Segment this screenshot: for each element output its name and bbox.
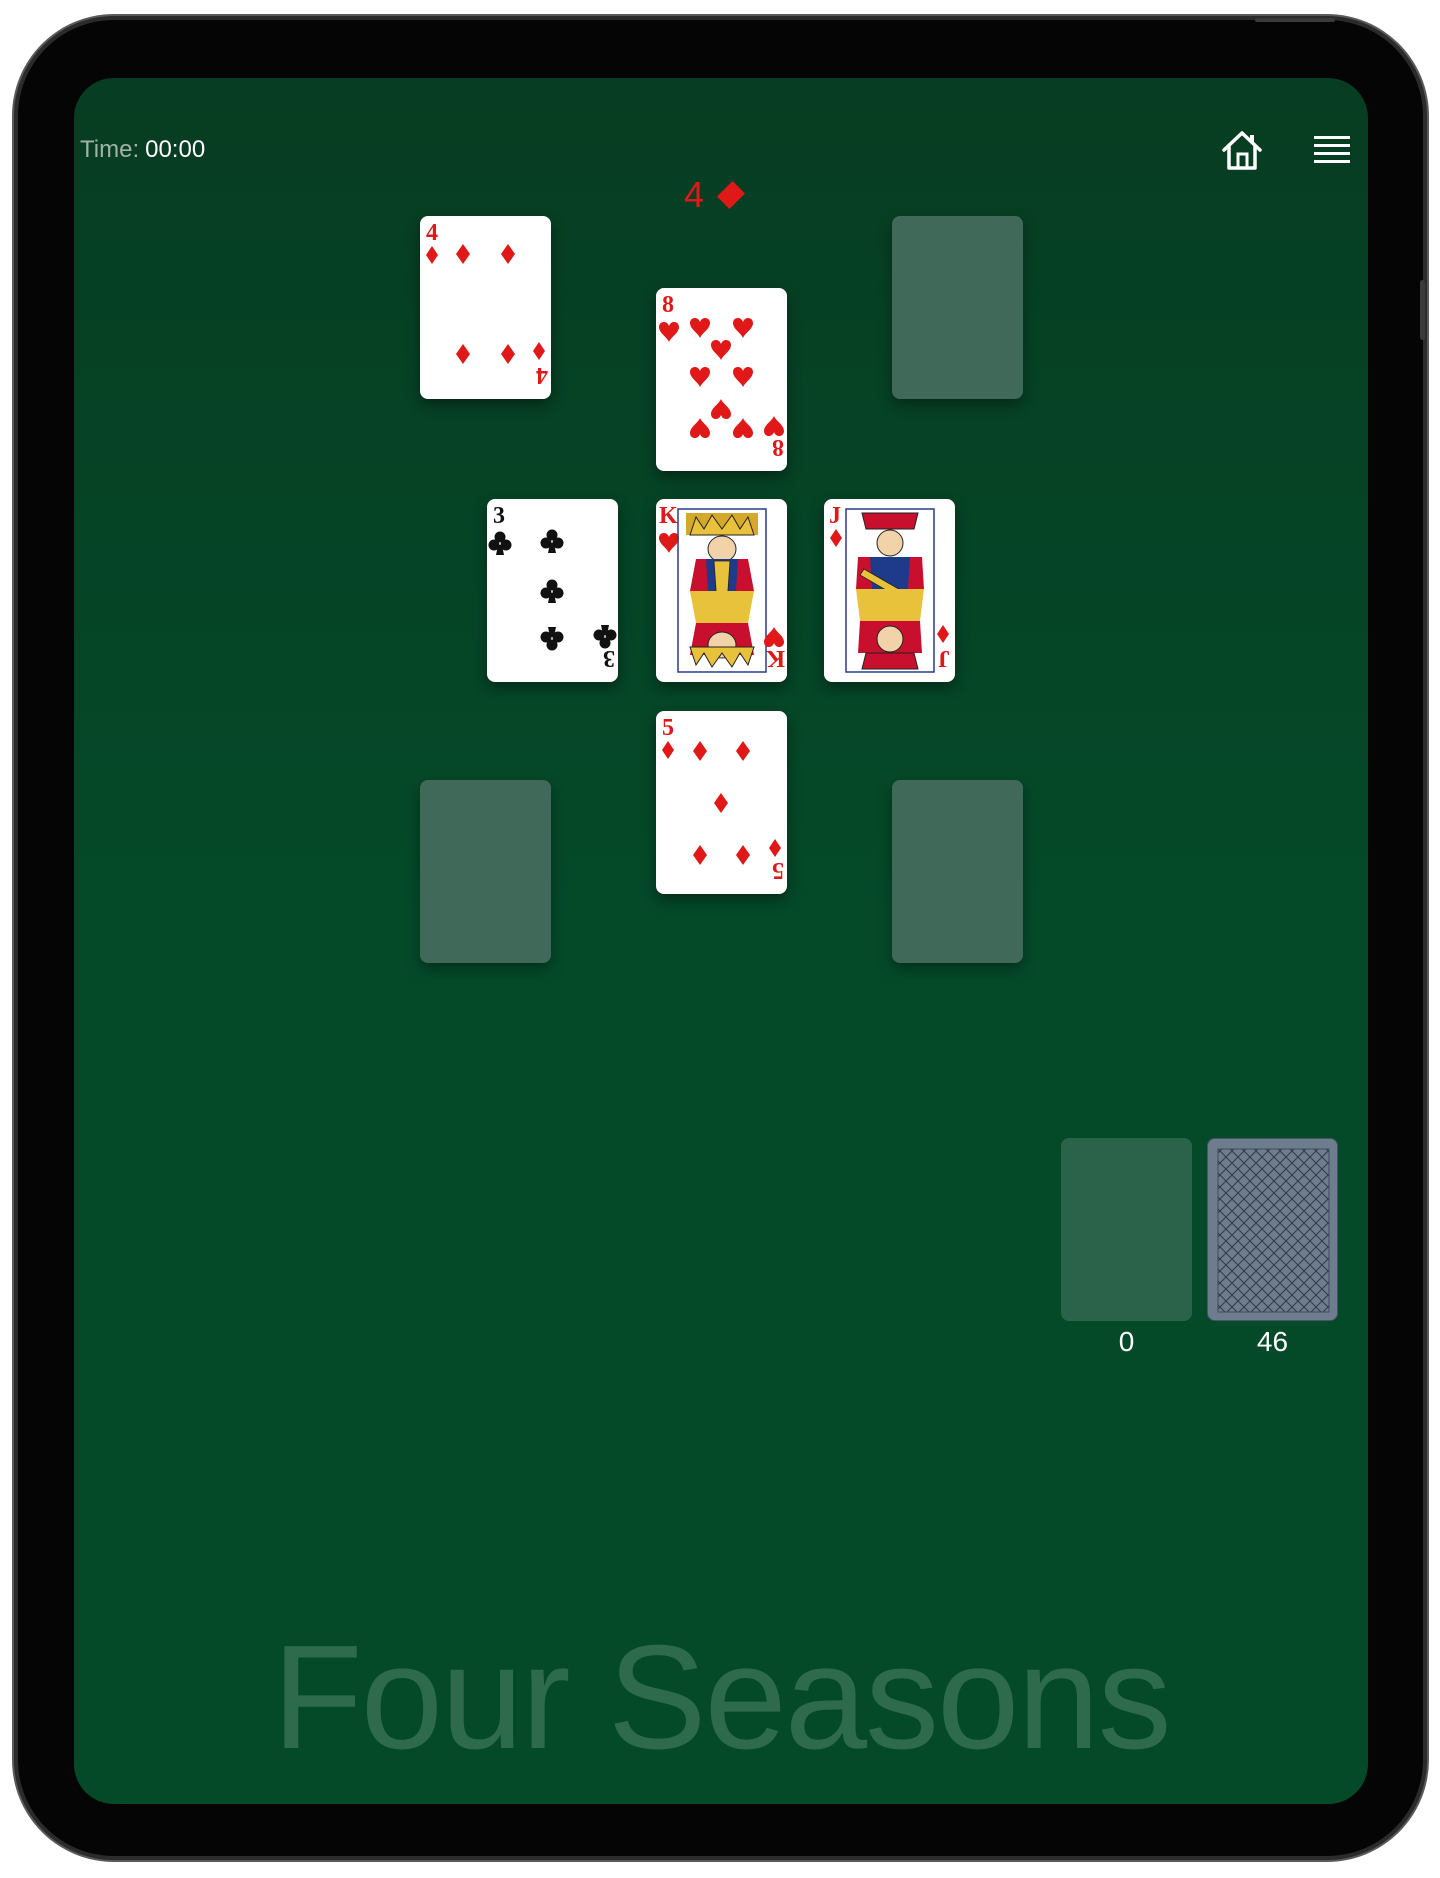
home-button[interactable] (1218, 126, 1266, 174)
volume-button (1420, 280, 1425, 340)
menu-button[interactable] (1308, 126, 1356, 174)
card-king-hearts[interactable]: K K (656, 499, 787, 682)
card-3-clubs[interactable]: 3 3 (487, 499, 618, 682)
hamburger-menu-icon (1314, 136, 1350, 163)
empty-slot-bottom-left[interactable] (420, 780, 551, 963)
card-back-pattern (1208, 1139, 1337, 1320)
stock-count: 46 (1256, 1326, 1289, 1357)
foundation-indicator: 4 (684, 174, 746, 216)
svg-text:4: 4 (426, 220, 438, 246)
card-4-diamonds[interactable]: 4 4 (420, 216, 551, 399)
svg-text:4: 4 (536, 362, 548, 388)
game-screen: Time: 00:00 4 4 4 8 8 3 3 K K J J 5 5 0 … (74, 78, 1368, 1804)
svg-text:8: 8 (772, 434, 784, 460)
waste-pile[interactable] (1061, 1138, 1192, 1321)
power-button (1255, 18, 1335, 22)
svg-text:5: 5 (772, 857, 784, 883)
svg-text:K: K (659, 503, 678, 529)
timer-value: 00:00 (145, 136, 206, 163)
empty-slot-bottom-right[interactable] (892, 780, 1023, 963)
house-icon (1222, 131, 1262, 170)
empty-slot-top-right[interactable] (892, 216, 1023, 399)
timer-label: Time: (80, 136, 140, 163)
svg-text:8: 8 (662, 292, 674, 318)
card-8-hearts[interactable]: 8 8 (656, 288, 787, 471)
svg-text:3: 3 (603, 645, 615, 671)
card-5-diamonds[interactable]: 5 5 (656, 711, 787, 894)
svg-text:K: K (766, 645, 785, 671)
foundation-rank: 4 (684, 174, 705, 215)
svg-text:3: 3 (493, 503, 505, 529)
timer: Time: 00:00 (80, 136, 205, 164)
svg-text:J: J (938, 645, 950, 671)
svg-text:J: J (829, 503, 841, 529)
card-jack-diamonds[interactable]: J J (824, 499, 955, 682)
stock-pile[interactable] (1207, 1138, 1338, 1321)
svg-text:5: 5 (662, 715, 674, 741)
diamond-suit-icon (717, 180, 746, 210)
waste-count: 0 (1118, 1326, 1135, 1357)
game-title-watermark: Four Seasons (272, 1615, 1171, 1780)
